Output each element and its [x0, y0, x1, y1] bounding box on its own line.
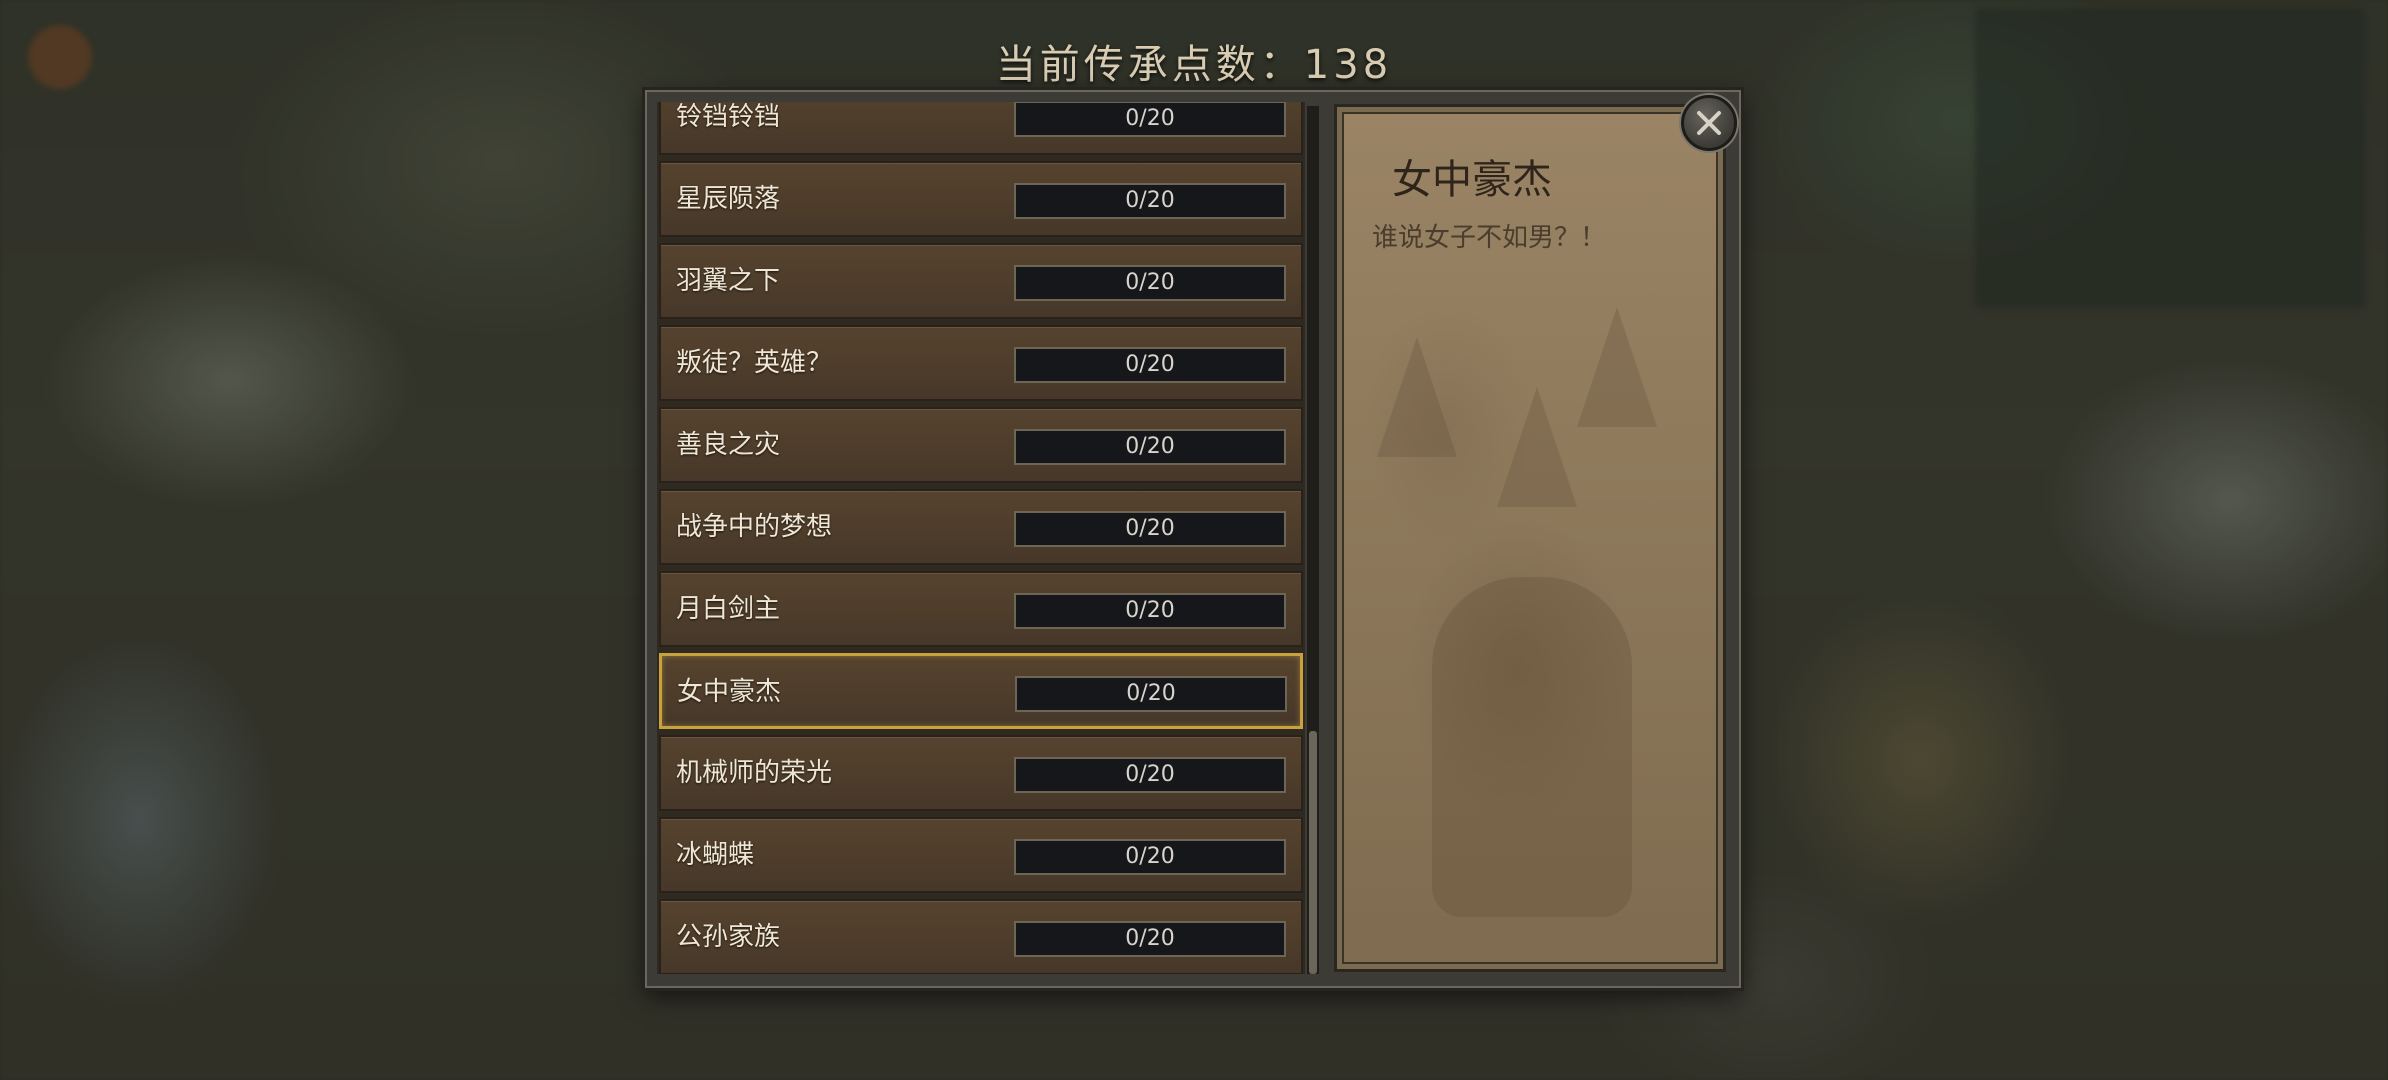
progress-text: 0/20 — [1125, 844, 1175, 869]
legacy-list[interactable]: 铃铛铃铛 0/20 星辰陨落 0/20 羽翼之下 0/20 叛徒？英雄？ 0/20 善良之灾 0/… — [657, 102, 1305, 974]
parchment-illustration — [1432, 577, 1632, 917]
game-screen: 当前传承点数：138 铃铛铃铛 0/20 星辰陨落 0/20 羽翼之下 0/20 叛徒？英雄… — [0, 0, 2388, 1080]
detail-description: 谁说女子不如男？！ — [1372, 223, 1607, 253]
legacy-row[interactable]: 战争中的梦想 0/20 — [659, 489, 1303, 565]
progress-text: 0/20 — [1125, 926, 1175, 951]
progress-text: 0/20 — [1125, 106, 1175, 131]
legacy-name: 善良之灾 — [676, 430, 781, 460]
legacy-name: 战争中的梦想 — [676, 512, 833, 542]
legacy-name: 公孙家族 — [676, 922, 781, 952]
progress-text: 0/20 — [1125, 762, 1175, 787]
legacy-dialog: 铃铛铃铛 0/20 星辰陨落 0/20 羽翼之下 0/20 叛徒？英雄？ 0/20 善良之灾 0/… — [645, 90, 1741, 988]
progress-text: 0/20 — [1125, 434, 1175, 459]
legacy-progress-bar: 0/20 — [1014, 921, 1286, 957]
legacy-points-title: 当前传承点数：138 — [995, 42, 1393, 88]
legacy-name: 星辰陨落 — [676, 184, 781, 214]
legacy-row[interactable]: 机械师的荣光 0/20 — [659, 735, 1303, 811]
parchment-decoration — [1377, 337, 1457, 457]
progress-text: 0/20 — [1125, 352, 1175, 377]
legacy-name: 羽翼之下 — [676, 266, 781, 296]
progress-text: 0/20 — [1125, 270, 1175, 295]
legacy-row[interactable]: 冰蝴蝶 0/20 — [659, 817, 1303, 893]
progress-text: 0/20 — [1125, 188, 1175, 213]
progress-text: 0/20 — [1125, 516, 1175, 541]
detail-title: 女中豪杰 — [1392, 157, 1552, 203]
legacy-row[interactable]: 羽翼之下 0/20 — [659, 243, 1303, 319]
legacy-row[interactable]: 叛徒？英雄？ 0/20 — [659, 325, 1303, 401]
legacy-name: 月白剑主 — [676, 594, 781, 624]
progress-text: 0/20 — [1126, 681, 1176, 706]
legacy-name: 机械师的荣光 — [676, 758, 833, 788]
legacy-row[interactable]: 铃铛铃铛 0/20 — [659, 102, 1303, 155]
legacy-name: 铃铛铃铛 — [676, 102, 781, 132]
legacy-progress-bar: 0/20 — [1014, 757, 1286, 793]
legacy-name: 叛徒？英雄？ — [676, 348, 833, 378]
legacy-progress-bar: 0/20 — [1014, 429, 1286, 465]
legacy-progress-bar: 0/20 — [1014, 511, 1286, 547]
legacy-row[interactable]: 星辰陨落 0/20 — [659, 161, 1303, 237]
legacy-row[interactable]: 月白剑主 0/20 — [659, 571, 1303, 647]
legacy-name: 冰蝴蝶 — [676, 840, 755, 870]
legacy-progress-bar: 0/20 — [1015, 676, 1287, 712]
legacy-row[interactable]: 公孙家族 0/20 — [659, 899, 1303, 974]
parchment-decoration — [1497, 387, 1577, 507]
legacy-progress-bar: 0/20 — [1014, 593, 1286, 629]
close-button[interactable] — [1681, 95, 1737, 151]
legacy-progress-bar: 0/20 — [1014, 839, 1286, 875]
parchment-decoration — [1577, 307, 1657, 427]
close-icon — [1697, 111, 1721, 135]
legacy-progress-bar: 0/20 — [1014, 183, 1286, 219]
legacy-progress-bar: 0/20 — [1014, 265, 1286, 301]
progress-text: 0/20 — [1125, 598, 1175, 623]
legacy-progress-bar: 0/20 — [1014, 347, 1286, 383]
legacy-name: 女中豪杰 — [677, 677, 782, 707]
legacy-progress-bar: 0/20 — [1014, 102, 1286, 137]
legacy-row[interactable]: 女中豪杰 0/20 — [659, 653, 1303, 729]
legacy-row[interactable]: 善良之灾 0/20 — [659, 407, 1303, 483]
detail-panel: 女中豪杰 谁说女子不如男？！ — [1334, 104, 1726, 972]
list-scrollbar[interactable] — [1307, 106, 1319, 974]
scrollbar-thumb[interactable] — [1309, 730, 1317, 974]
